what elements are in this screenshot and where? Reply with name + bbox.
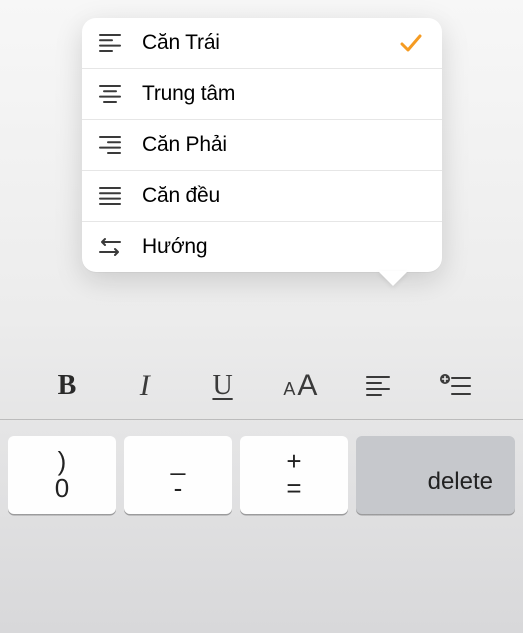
alignment-button[interactable] xyxy=(339,352,417,419)
align-right-icon xyxy=(96,134,124,156)
menu-item-label: Căn đều xyxy=(142,184,220,208)
menu-item-justify[interactable]: Căn đều xyxy=(82,171,442,222)
keyboard-row: ) 0 _ - + = delete xyxy=(0,426,523,514)
menu-item-label: Trung tâm xyxy=(142,82,235,106)
menu-item-align-left[interactable]: Căn Trái xyxy=(82,18,442,69)
key-0[interactable]: ) 0 xyxy=(8,436,116,514)
key-upper: ) xyxy=(58,448,67,475)
insert-button[interactable] xyxy=(417,352,495,419)
align-icon xyxy=(365,375,391,397)
direction-icon xyxy=(96,236,124,258)
menu-item-label: Căn Phải xyxy=(142,133,227,157)
key-delete[interactable]: delete xyxy=(356,436,515,514)
menu-item-align-center[interactable]: Trung tâm xyxy=(82,69,442,120)
key-upper: _ xyxy=(171,448,185,475)
key-upper: + xyxy=(286,448,301,475)
format-toolbar: B I U AA xyxy=(0,352,523,420)
align-center-icon xyxy=(96,83,124,105)
menu-item-direction[interactable]: Hướng xyxy=(82,222,442,272)
key-lower: - xyxy=(174,475,183,502)
delete-label: delete xyxy=(428,468,493,496)
key-equals[interactable]: + = xyxy=(240,436,348,514)
align-left-icon xyxy=(96,32,124,54)
text-size-icon: AA xyxy=(283,369,317,403)
justify-icon xyxy=(96,185,124,207)
bold-button[interactable]: B xyxy=(28,352,106,419)
key-lower: = xyxy=(286,475,301,502)
insert-list-plus-icon xyxy=(440,374,472,398)
menu-item-label: Căn Trái xyxy=(142,31,220,55)
key-lower: 0 xyxy=(55,475,69,502)
italic-button[interactable]: I xyxy=(106,352,184,419)
menu-item-label: Hướng xyxy=(142,235,207,259)
menu-item-align-right[interactable]: Căn Phải xyxy=(82,120,442,171)
key-minus[interactable]: _ - xyxy=(124,436,232,514)
check-icon xyxy=(400,33,422,53)
alignment-popover: Căn Trái Trung tâm Căn Phải Căn đều Hướn… xyxy=(82,18,442,272)
text-size-button[interactable]: AA xyxy=(261,352,339,419)
underline-button[interactable]: U xyxy=(184,352,262,419)
